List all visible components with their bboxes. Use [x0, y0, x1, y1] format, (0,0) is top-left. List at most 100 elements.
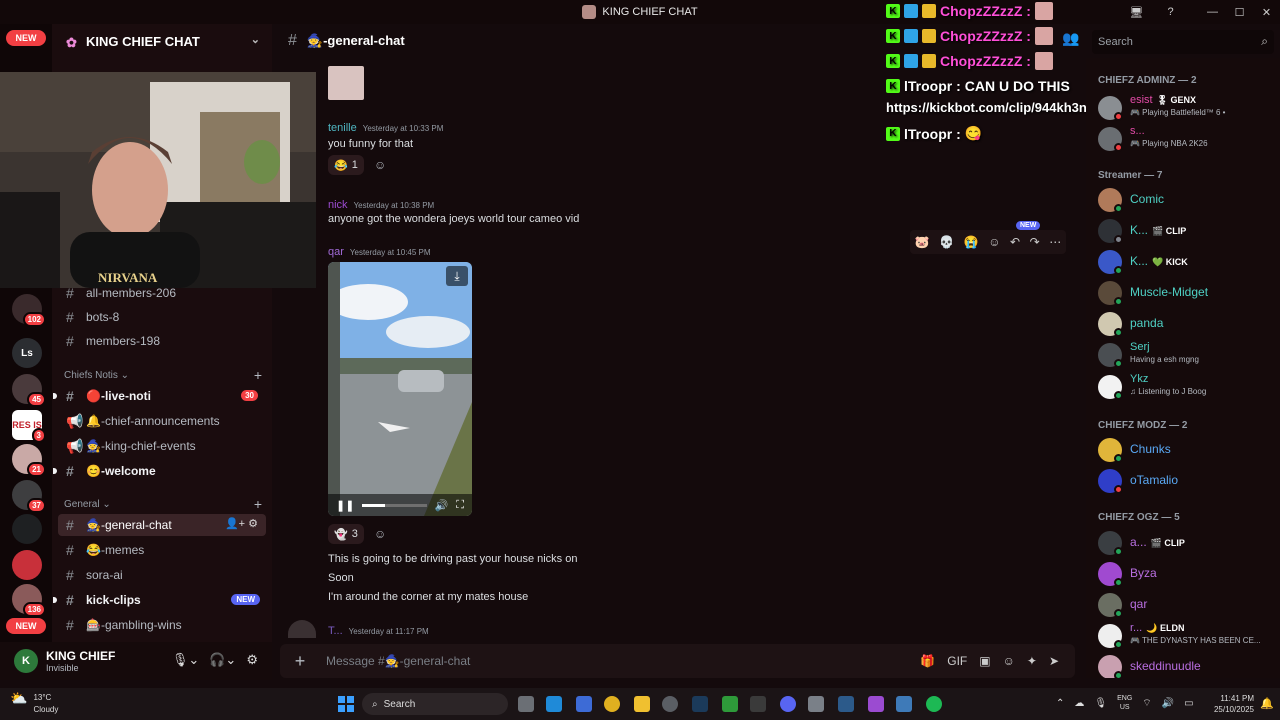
- add-reaction-icon[interactable]: ☺: [374, 527, 390, 543]
- headphones-icon[interactable]: 🎧⌄: [209, 652, 236, 668]
- battery-icon[interactable]: ▭: [1184, 698, 1193, 709]
- member-row[interactable]: Ykz ♫ Listening to J Boog: [1098, 373, 1278, 401]
- inbox-icon[interactable]: 🖥: [1123, 6, 1150, 19]
- skull-reaction-icon[interactable]: 💀: [939, 235, 954, 249]
- windows-start-icon[interactable]: [338, 696, 354, 712]
- member-row[interactable]: K... 🎬 CLIP: [1098, 217, 1278, 245]
- member-row[interactable]: Serj Having a esh mgng: [1098, 341, 1278, 369]
- add-reaction-icon[interactable]: ☺: [374, 158, 390, 174]
- add-reaction-icon[interactable]: ☺: [988, 235, 1000, 249]
- microphone-icon[interactable]: 🎙⌄: [172, 652, 199, 668]
- chevron-up-icon[interactable]: ⌃: [1056, 698, 1064, 709]
- copilot-icon[interactable]: [576, 696, 592, 712]
- apps-icon[interactable]: ✦: [1027, 654, 1037, 668]
- channel-members[interactable]: # members-198: [58, 330, 266, 352]
- edge-icon[interactable]: [546, 696, 562, 712]
- new-servers-pill-bottom[interactable]: NEW: [6, 618, 46, 634]
- steam-icon[interactable]: [692, 696, 708, 712]
- language-indicator[interactable]: ENG US: [1117, 694, 1132, 712]
- sticker-icon[interactable]: ▣: [979, 654, 990, 668]
- author-name[interactable]: qar: [328, 246, 344, 258]
- pause-icon[interactable]: ❚❚: [336, 499, 354, 512]
- gear-icon[interactable]: ⚙: [246, 652, 258, 668]
- chrome-icon[interactable]: [604, 696, 620, 712]
- taskbar-search[interactable]: ⌕ Search: [362, 693, 508, 715]
- member-row[interactable]: Comic: [1098, 186, 1278, 214]
- clock[interactable]: 11:41 PM 25/10/2025: [1206, 693, 1254, 715]
- channel-king-chief-events[interactable]: 📢 🧙-king-chief-events: [58, 435, 266, 457]
- volume-icon[interactable]: 🔊: [435, 499, 449, 512]
- close-button[interactable]: ✕: [1253, 6, 1280, 19]
- channel-general-chat[interactable]: # 🧙-general-chat 👤+ ⚙: [58, 514, 266, 536]
- gif-icon[interactable]: GIF: [947, 654, 967, 668]
- app-icon[interactable]: [896, 696, 912, 712]
- reaction-quick-icon[interactable]: 🐷: [915, 235, 930, 249]
- attach-plus-icon[interactable]: +: [280, 651, 320, 672]
- add-channel-icon[interactable]: +: [254, 367, 262, 383]
- onedrive-icon[interactable]: ☁: [1074, 698, 1084, 709]
- member-row[interactable]: Muscle-Midget: [1098, 279, 1278, 307]
- new-servers-pill-top[interactable]: NEW: [6, 30, 46, 46]
- server-icon[interactable]: 102: [12, 294, 46, 327]
- member-row[interactable]: Chunks: [1098, 436, 1278, 464]
- author-name[interactable]: tenille: [328, 122, 357, 134]
- server-icon[interactable]: 21: [12, 444, 46, 477]
- channel-sora-ai[interactable]: # sora-ai: [58, 564, 266, 586]
- member-row[interactable]: Byza: [1098, 560, 1278, 588]
- author-name[interactable]: nick: [328, 199, 348, 211]
- notification-bell-icon[interactable]: 🔔: [1260, 697, 1274, 710]
- server-icon[interactable]: 45: [12, 374, 46, 407]
- more-options-icon[interactable]: ⋯: [1049, 235, 1061, 249]
- member-row[interactable]: panda: [1098, 310, 1278, 338]
- member-row[interactable]: s... 🎮 Playing NBA 2K26: [1098, 125, 1278, 153]
- member-row[interactable]: qar: [1098, 591, 1278, 619]
- wifi-icon[interactable]: ⌔: [1142, 697, 1151, 710]
- server-icon[interactable]: 37: [12, 480, 46, 513]
- channel-memes[interactable]: # 😂-memes: [58, 539, 266, 561]
- channel-bots[interactable]: # bots-8: [58, 306, 266, 328]
- store-icon[interactable]: [838, 696, 854, 712]
- member-row[interactable]: esist 🎖 GENX 🎮 Playing Battlefield™ 6 •: [1098, 94, 1278, 122]
- epic-games-icon[interactable]: [750, 696, 766, 712]
- channel-live-noti[interactable]: # 🔴-live-noti 30: [53, 385, 266, 407]
- member-row[interactable]: skeddinuudle: [1098, 653, 1278, 678]
- volume-icon[interactable]: 🔊: [1162, 698, 1174, 709]
- gift-icon[interactable]: 🎁: [920, 654, 935, 668]
- app-icon[interactable]: [868, 696, 884, 712]
- channel-chief-announcements[interactable]: 📢 🔔-chief-announcements: [58, 410, 266, 432]
- channel-welcome[interactable]: # 😊-welcome: [53, 460, 266, 482]
- microphone-tray-icon[interactable]: 🎙: [1094, 698, 1107, 709]
- image-attachment[interactable]: [328, 66, 364, 100]
- server-icon[interactable]: RES IS 3: [12, 410, 46, 443]
- member-row[interactable]: oTamalio: [1098, 467, 1278, 495]
- weather-widget[interactable]: ⛅ 13°C Cloudy: [10, 691, 58, 716]
- channel-gambling-wins[interactable]: # 🎰-gambling-wins: [58, 614, 266, 636]
- emoji-icon[interactable]: ☺: [1003, 654, 1015, 668]
- task-view-icon[interactable]: [518, 696, 534, 712]
- help-icon[interactable]: ?: [1157, 6, 1184, 18]
- minimize-button[interactable]: —: [1199, 6, 1226, 18]
- send-icon[interactable]: ➤: [1049, 654, 1059, 668]
- reaction-pill[interactable]: 👻 3: [328, 524, 364, 544]
- obs-icon[interactable]: [662, 696, 678, 712]
- discord-icon[interactable]: [780, 696, 796, 712]
- crying-reaction-icon[interactable]: 😭: [964, 235, 979, 249]
- user-info[interactable]: KING CHIEF Invisible: [46, 649, 115, 673]
- add-channel-icon[interactable]: +: [254, 496, 262, 512]
- member-row[interactable]: a... 🎬 CLIP: [1098, 529, 1278, 557]
- member-row[interactable]: r... 🌙 ELDN 🎮 THE DYNASTY HAS BEEN CE...: [1098, 622, 1278, 650]
- message-input[interactable]: Message #🧙-general-chat: [320, 654, 920, 668]
- maximize-button[interactable]: ☐: [1226, 6, 1253, 19]
- fullscreen-icon[interactable]: ⛶: [456, 499, 464, 512]
- channel-kick-clips[interactable]: # kick-clips NEW: [53, 589, 266, 611]
- category-chiefs-notis[interactable]: Chiefs Notis ⌄ +: [64, 367, 262, 383]
- server-header[interactable]: ✿ KING CHIEF CHAT ⌄: [52, 24, 272, 58]
- xbox-icon[interactable]: [722, 696, 738, 712]
- author-name[interactable]: T...: [328, 625, 343, 637]
- video-attachment[interactable]: ⤓ ❚❚ 🔊 ⛶: [328, 262, 472, 516]
- server-icon[interactable]: Ls: [12, 338, 42, 368]
- forward-icon[interactable]: ↷: [1030, 235, 1040, 249]
- reaction-pill[interactable]: 😂 1: [328, 155, 364, 175]
- member-row[interactable]: K... 💚 KICK: [1098, 248, 1278, 276]
- download-icon[interactable]: ⤓: [446, 266, 468, 286]
